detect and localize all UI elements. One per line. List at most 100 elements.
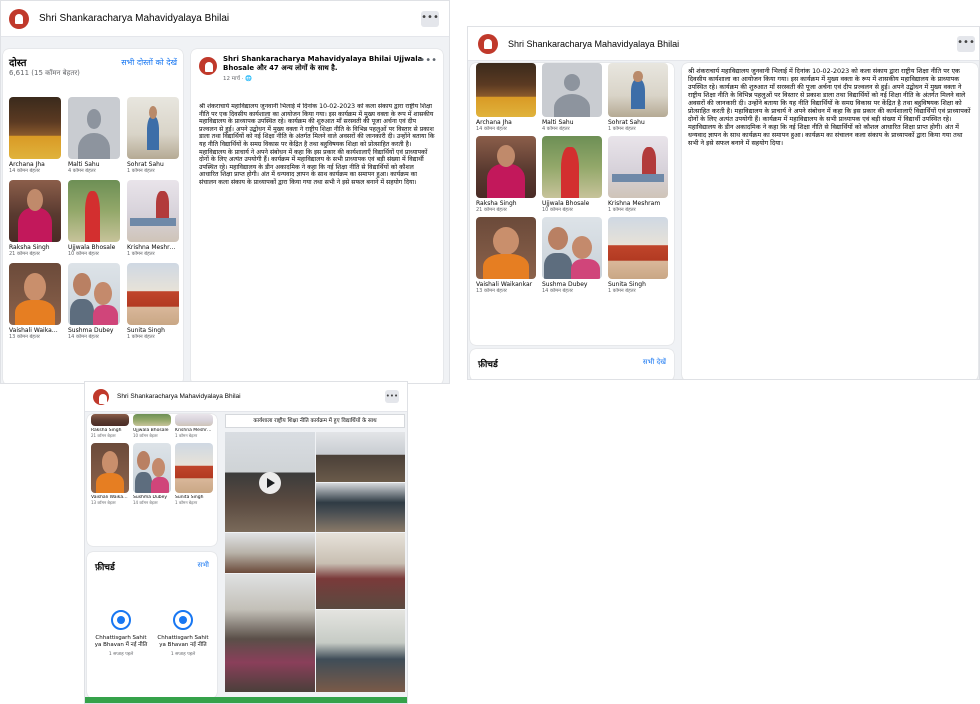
friend-name[interactable]: Ujjwala Bhosale bbox=[68, 244, 120, 251]
post-avatar[interactable] bbox=[199, 57, 217, 75]
friend-photo[interactable] bbox=[127, 180, 179, 242]
page-title[interactable]: Shri Shankaracharya Mahavidyalaya Bhilai bbox=[39, 13, 229, 24]
friend-photo[interactable] bbox=[91, 443, 129, 493]
friend-photo[interactable] bbox=[133, 414, 171, 426]
friend-name[interactable]: Vaishali Waikankar bbox=[9, 327, 61, 334]
post-timestamp[interactable]: 12 मार्च · 🌐 bbox=[223, 74, 252, 82]
friend-tile[interactable]: Krishna Meshram 1 कॉमन बेहतर bbox=[608, 136, 668, 213]
friend-name[interactable]: Sushma Dubey bbox=[542, 281, 602, 288]
friend-name[interactable]: Sunita Singh bbox=[608, 281, 668, 288]
page-title[interactable]: Shri Shankaracharya Mahavidyalaya Bhilai bbox=[508, 39, 679, 49]
friend-tile[interactable]: Sunita Singh 1 कॉमन बेहतर bbox=[175, 443, 213, 506]
friend-photo[interactable] bbox=[127, 263, 179, 325]
friend-tile[interactable]: Malti Sahu 4 कॉमन बेहतर bbox=[68, 97, 120, 174]
friend-photo[interactable] bbox=[9, 263, 61, 325]
friend-tile[interactable]: Vaishali Waikankar 13 कॉमन बेहतर bbox=[476, 217, 536, 294]
featured-ring-icon[interactable] bbox=[173, 610, 193, 630]
friend-tile[interactable]: Archana Jha 14 कॉमन बेहतर bbox=[476, 63, 536, 132]
featured-item[interactable]: Chhattisgarh Sahit ya Bhavan में नई नीति… bbox=[93, 610, 149, 657]
featured-item[interactable]: Chhattisgarh Sahit ya Bhavan नई नीति 1 स… bbox=[155, 610, 211, 657]
friend-name[interactable]: Krishna Meshram bbox=[608, 200, 668, 207]
friend-photo[interactable] bbox=[133, 443, 171, 493]
friend-tile[interactable]: Sohrat Sahu 1 कॉमन बेहतर bbox=[608, 63, 668, 132]
friend-tile[interactable]: Krishna Meshram 1 कॉमन बेहतर bbox=[127, 180, 179, 257]
friend-tile[interactable]: Vaishali Waikankar 13 कॉमन बेहतर bbox=[9, 263, 61, 340]
friend-tile[interactable]: Sunita Singh 1 कॉमन बेहतर bbox=[608, 217, 668, 294]
play-video-icon[interactable] bbox=[259, 472, 281, 494]
friend-name[interactable]: Sunita Singh bbox=[127, 327, 179, 334]
featured-label[interactable]: Chhattisgarh Sahit ya Bhavan नई नीति bbox=[155, 635, 211, 649]
media-photo[interactable] bbox=[316, 610, 405, 692]
friend-photo[interactable] bbox=[542, 136, 602, 198]
friend-tile[interactable]: Malti Sahu 4 कॉमन बेहतर bbox=[542, 63, 602, 132]
friend-photo[interactable] bbox=[608, 217, 668, 279]
friend-photo[interactable] bbox=[127, 97, 179, 159]
friend-tile[interactable]: Vaishali Waikankar 13 कॉमन बेहतर bbox=[91, 443, 129, 506]
friend-photo[interactable] bbox=[476, 217, 536, 279]
post-author[interactable]: Shri Shankaracharya Mahavidyalaya Bhilai… bbox=[223, 55, 423, 73]
friend-tile[interactable]: Raksha Singh 21 कॉमन बेहतर bbox=[91, 414, 129, 439]
see-all-friends-link[interactable]: सभी दोस्तों को देखें bbox=[121, 57, 177, 68]
friend-tile[interactable]: Sushma Dubey 14 कॉमन बेहतर bbox=[542, 217, 602, 294]
friend-tile[interactable]: Sunita Singh 1 कॉमन बेहतर bbox=[127, 263, 179, 340]
friend-tile[interactable]: Sushma Dubey 14 कॉमन बेहतर bbox=[68, 263, 120, 340]
friend-tile[interactable]: Krishna Meshram 1 कॉमन बेहतर bbox=[175, 414, 213, 439]
video-thumbnail[interactable] bbox=[225, 432, 315, 532]
friend-photo[interactable] bbox=[9, 97, 61, 159]
friend-tile[interactable]: Sushma Dubey 14 कॉमन बेहतर bbox=[133, 443, 171, 506]
friend-photo[interactable] bbox=[68, 263, 120, 325]
more-options-icon[interactable]: ••• bbox=[385, 390, 399, 403]
friends-grid: Raksha Singh 21 कॉमन बेहतर Ujjwala Bhosal… bbox=[91, 414, 215, 506]
friend-name[interactable]: Raksha Singh bbox=[9, 244, 61, 251]
friend-tile[interactable]: Ujjwala Bhosale 10 कॉमन बेहतर bbox=[68, 180, 120, 257]
friend-photo[interactable] bbox=[68, 180, 120, 242]
media-photo[interactable] bbox=[225, 574, 315, 692]
media-photo[interactable] bbox=[316, 483, 405, 532]
friend-photo[interactable] bbox=[542, 217, 602, 279]
college-logo[interactable] bbox=[9, 8, 29, 29]
friend-name[interactable]: Archana Jha bbox=[9, 161, 61, 168]
college-logo[interactable] bbox=[478, 33, 498, 54]
more-options-icon[interactable]: ••• bbox=[957, 36, 975, 52]
friend-tile[interactable]: Archana Jha 14 कॉमन बेहतर bbox=[9, 97, 61, 174]
friend-photo[interactable] bbox=[91, 414, 129, 426]
friend-tile[interactable]: Ujjwala Bhosale 10 कॉमन बेहतर bbox=[133, 414, 171, 439]
friend-photo[interactable] bbox=[608, 63, 668, 117]
featured-see-all-link[interactable]: सभी bbox=[198, 561, 209, 570]
friend-name[interactable]: Malti Sahu bbox=[542, 119, 602, 126]
friend-photo[interactable] bbox=[9, 180, 61, 242]
page-title[interactable]: Shri Shankaracharya Mahavidyalaya Bhilai bbox=[117, 393, 241, 400]
friend-name[interactable]: Malti Sahu bbox=[68, 161, 120, 168]
post-text: श्री शंकराचार्य महाविद्यालय जुनवानी भिला… bbox=[688, 67, 971, 147]
screenshot-panel-a: Shri Shankaracharya Mahavidyalaya Bhilai… bbox=[0, 0, 450, 384]
friend-tile[interactable]: Ujjwala Bhosale 10 कॉमन बेहतर bbox=[542, 136, 602, 213]
friend-photo[interactable] bbox=[542, 63, 602, 117]
post-card: श्री शंकराचार्य महाविद्यालय जुनवानी भिला… bbox=[682, 63, 978, 379]
college-logo[interactable] bbox=[93, 388, 109, 405]
friend-photo[interactable] bbox=[175, 414, 213, 426]
friend-name[interactable]: Ujjwala Bhosale bbox=[542, 200, 602, 207]
friend-tile[interactable]: Raksha Singh 21 कॉमन बेहतर bbox=[9, 180, 61, 257]
featured-label[interactable]: Chhattisgarh Sahit ya Bhavan में नई नीति bbox=[93, 635, 149, 649]
media-photo[interactable] bbox=[316, 432, 405, 482]
friend-photo[interactable] bbox=[68, 97, 120, 159]
friend-tile[interactable]: Raksha Singh 21 कॉमन बेहतर bbox=[476, 136, 536, 213]
friend-name[interactable]: Archana Jha bbox=[476, 119, 536, 126]
friend-photo[interactable] bbox=[476, 63, 536, 117]
friend-tile[interactable]: Sohrat Sahu 1 कॉमन बेहतर bbox=[127, 97, 179, 174]
media-photo[interactable] bbox=[225, 533, 315, 573]
friend-name[interactable]: Raksha Singh bbox=[476, 200, 536, 207]
friend-name[interactable]: Sohrat Sahu bbox=[608, 119, 668, 126]
more-options-icon[interactable]: ••• bbox=[421, 11, 439, 27]
friend-name[interactable]: Sushma Dubey bbox=[68, 327, 120, 334]
post-menu-icon[interactable]: ••• bbox=[419, 55, 437, 66]
friend-name[interactable]: Krishna Meshram bbox=[127, 244, 179, 251]
media-photo[interactable] bbox=[316, 533, 405, 609]
friend-photo[interactable] bbox=[608, 136, 668, 198]
featured-ring-icon[interactable] bbox=[111, 610, 131, 630]
friend-name[interactable]: Vaishali Waikankar bbox=[476, 281, 536, 288]
friend-photo[interactable] bbox=[175, 443, 213, 493]
friend-name[interactable]: Sohrat Sahu bbox=[127, 161, 179, 168]
featured-see-all-link[interactable]: सभी देखें bbox=[643, 358, 666, 367]
friend-photo[interactable] bbox=[476, 136, 536, 198]
